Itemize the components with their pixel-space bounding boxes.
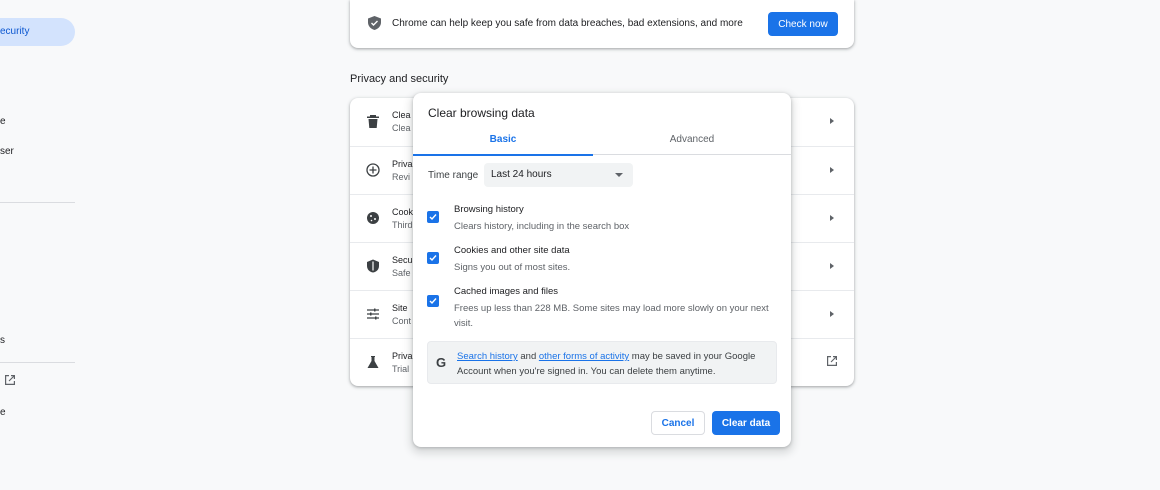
checkmark-icon — [429, 255, 437, 262]
cookies-checkbox[interactable] — [427, 252, 439, 264]
google-account-note: G Search history and other forms of acti… — [427, 341, 777, 384]
option-description: Clears history, including in the search … — [454, 221, 630, 232]
option-title: Cached images and files — [454, 286, 559, 297]
search-history-link[interactable]: Search history — [457, 351, 518, 362]
dialog-title: Clear browsing data — [428, 106, 535, 120]
checkmark-icon — [429, 298, 437, 305]
option-description: Signs you out of most sites. — [454, 262, 571, 273]
dropdown-arrow-icon — [615, 173, 623, 177]
cached-images-checkbox[interactable] — [427, 295, 439, 307]
option-cookies: Cookies and other site data Signs you ou… — [427, 245, 777, 277]
clear-data-button[interactable]: Clear data — [712, 411, 780, 435]
time-range-select[interactable]: Last 24 hours — [484, 163, 633, 187]
tab-basic[interactable]: Basic — [413, 129, 593, 156]
option-cached-images: Cached images and files Frees up less th… — [427, 286, 777, 332]
option-description: Frees up less than 228 MB. Some sites ma… — [454, 303, 769, 329]
note-and: and — [517, 351, 539, 362]
time-range-value: Last 24 hours — [491, 169, 552, 180]
option-title: Cookies and other site data — [454, 245, 570, 256]
tab-advanced[interactable]: Advanced — [602, 129, 782, 155]
cancel-button[interactable]: Cancel — [651, 411, 705, 435]
google-g-icon: G — [436, 355, 447, 370]
dialog-tabs: Basic Advanced — [413, 129, 791, 156]
option-title: Browsing history — [454, 204, 524, 215]
google-note-text: Search history and other forms of activi… — [457, 349, 772, 379]
other-activity-link[interactable]: other forms of activity — [539, 351, 629, 362]
time-range-label: Time range — [428, 170, 479, 181]
browsing-history-checkbox[interactable] — [427, 211, 439, 223]
option-browsing-history: Browsing history Clears history, includi… — [427, 204, 777, 236]
checkmark-icon — [429, 214, 437, 221]
clear-browsing-data-dialog: Clear browsing data Basic Advanced Time … — [413, 93, 791, 447]
